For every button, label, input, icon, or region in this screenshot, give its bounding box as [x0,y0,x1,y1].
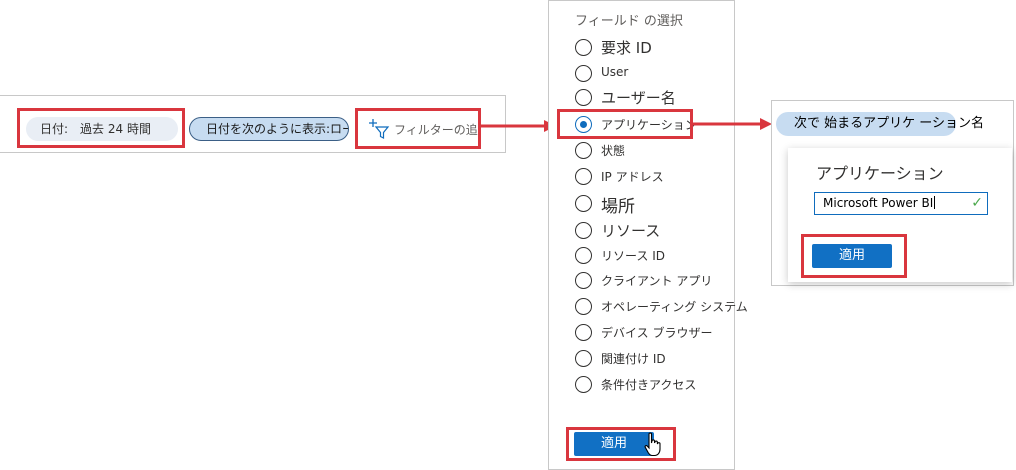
radio-label: リソース ID [601,249,665,263]
field-panel-title: フィールド の選択 [575,14,683,29]
radio-button[interactable] [575,272,592,289]
radio-button[interactable] [575,298,592,315]
radio-button[interactable] [575,168,592,185]
radio-button[interactable] [575,89,592,106]
application-name-value: Microsoft Power BI [823,196,934,210]
application-starts-with-pill[interactable]: 次で 始まるアプリケ ーション名 [776,112,984,136]
radio-label: リソース [601,222,661,240]
radio-button[interactable] [575,195,592,212]
highlight-field-apply [566,427,676,461]
radio-button[interactable] [575,142,592,159]
radio-label: 要求 ID [601,39,652,57]
highlight-date-filter [17,108,185,148]
radio-label: User [601,65,629,79]
radio-button[interactable] [575,324,592,341]
radio-button[interactable] [575,376,592,393]
radio-label: IP アドレス [601,170,664,184]
highlight-application-option [557,109,693,139]
radio-label: 条件付きアクセス [601,378,697,392]
radio-button[interactable] [575,350,592,367]
field-select-panel: フィールド の選択 要求 ID User ユーザー名 アプリケーション 状態 I… [548,0,748,470]
timezone-filter-label: 日付を次のように表示:ローカル [206,122,348,136]
radio-button[interactable] [575,39,592,56]
highlight-popup-apply [801,234,907,278]
radio-label: ユーザー名 [601,89,676,107]
application-name-input[interactable]: Microsoft Power BI ✓ [814,192,988,215]
radio-label: クライアント アプリ [601,274,713,288]
highlight-add-filter [355,108,481,149]
checkmark-icon: ✓ [971,195,983,211]
radio-label: デバイス ブラウザー [601,326,713,340]
radio-button[interactable] [575,65,592,82]
radio-button[interactable] [575,247,592,264]
radio-label: 状態 [601,144,626,158]
radio-button[interactable] [575,222,592,239]
radio-label: 場所 [601,197,635,217]
timezone-filter-pill[interactable]: 日付を次のように表示:ローカル [189,117,349,141]
text-caret [934,196,936,209]
popup-title: アプリケーション [816,164,944,183]
arrow-to-popup [692,118,772,130]
radio-label: オペレーティング システム [601,300,748,314]
radio-label: 関連付け ID [601,352,666,366]
